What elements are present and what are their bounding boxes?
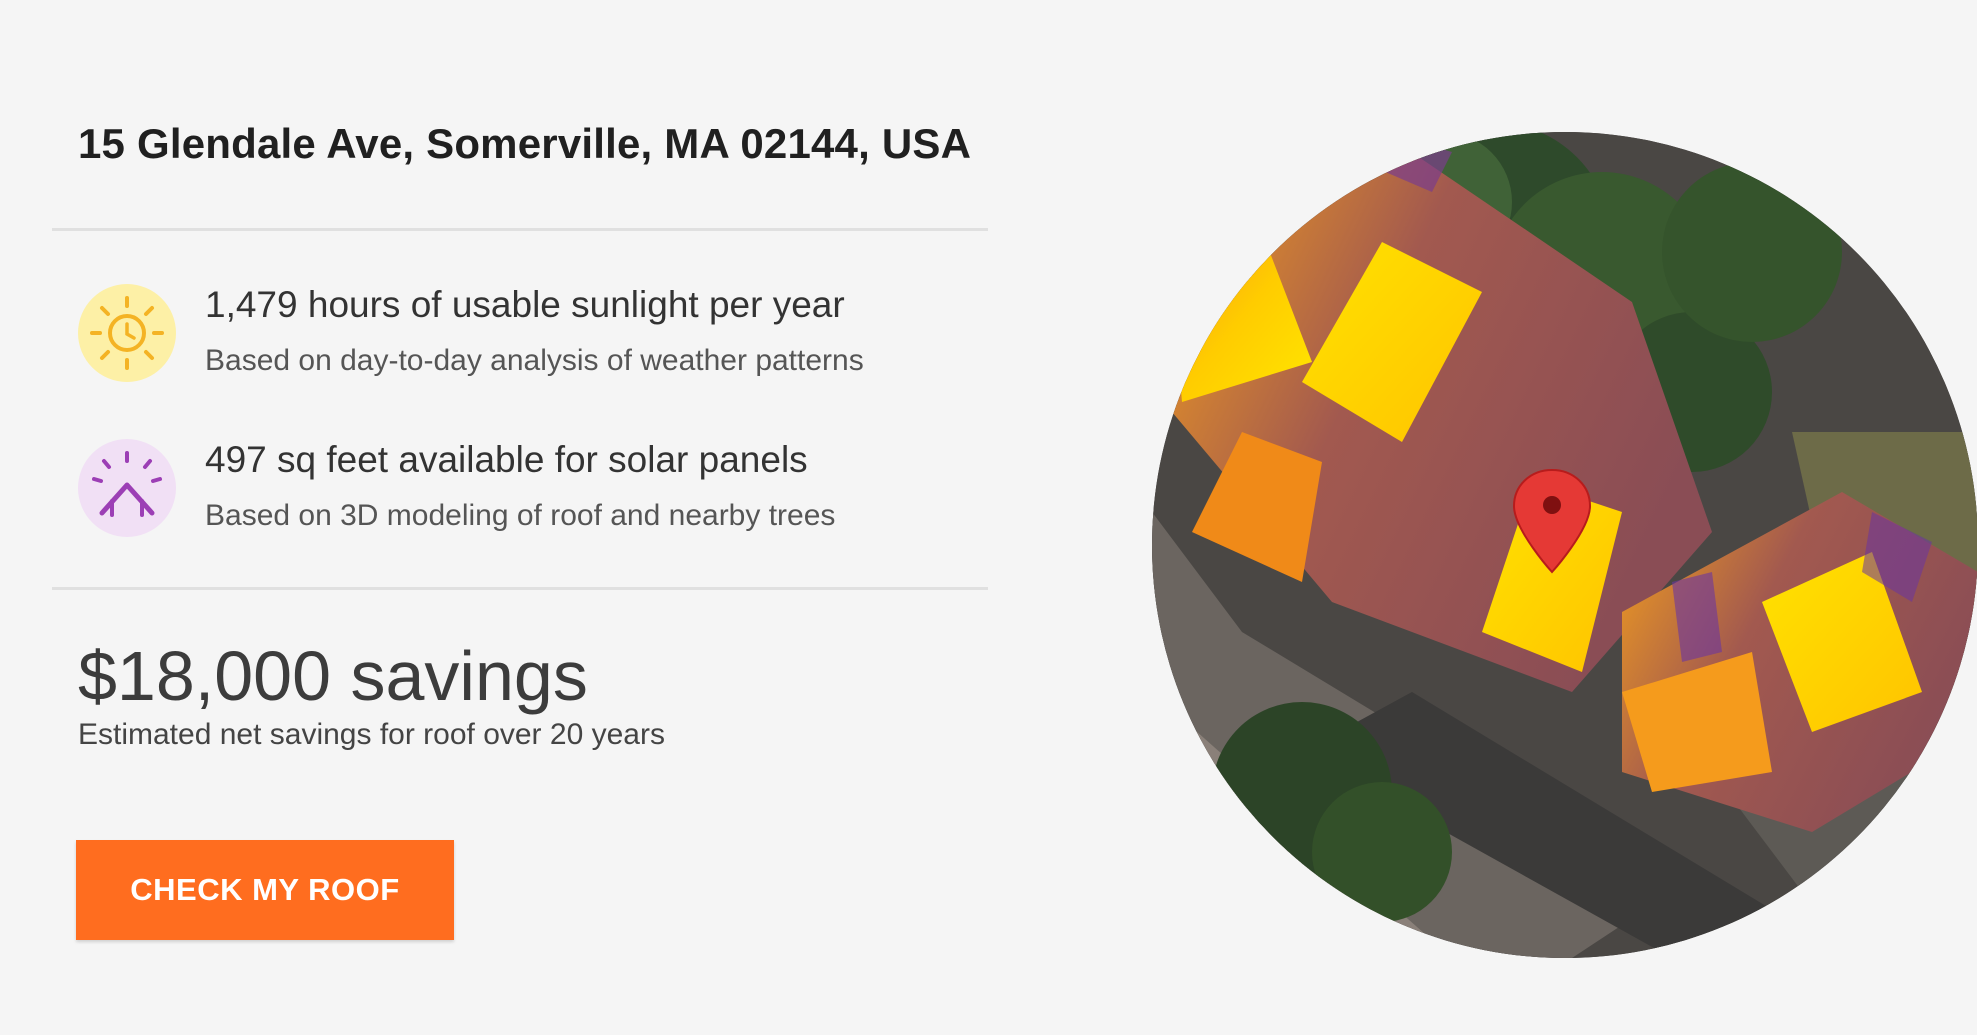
address-heading: 15 Glendale Ave, Somerville, MA 02144, U… — [78, 120, 972, 167]
sunlight-hours-subtext: Based on day-to-day analysis of weather … — [205, 344, 864, 377]
roof-satellite-map[interactable] — [1152, 132, 1977, 958]
savings-amount: $18,000 savings — [78, 637, 588, 715]
feature-roof-area: 497 sq feet available for solar panels B… — [78, 435, 998, 545]
savings-description: Estimated net savings for roof over 20 y… — [78, 718, 665, 751]
check-my-roof-button[interactable]: CHECK MY ROOF — [76, 840, 454, 940]
divider — [52, 228, 988, 231]
feature-sunlight: 1,479 hours of usable sunlight per year … — [78, 280, 998, 390]
solar-estimate-card: 15 Glendale Ave, Somerville, MA 02144, U… — [0, 0, 1977, 1035]
roof-area-text: 497 sq feet available for solar panels — [205, 439, 808, 480]
sunlight-hours-text: 1,479 hours of usable sunlight per year — [205, 284, 845, 325]
sun-clock-icon — [78, 284, 176, 382]
roof-sun-icon — [78, 439, 176, 537]
divider — [52, 587, 988, 590]
roof-area-subtext: Based on 3D modeling of roof and nearby … — [205, 499, 836, 532]
